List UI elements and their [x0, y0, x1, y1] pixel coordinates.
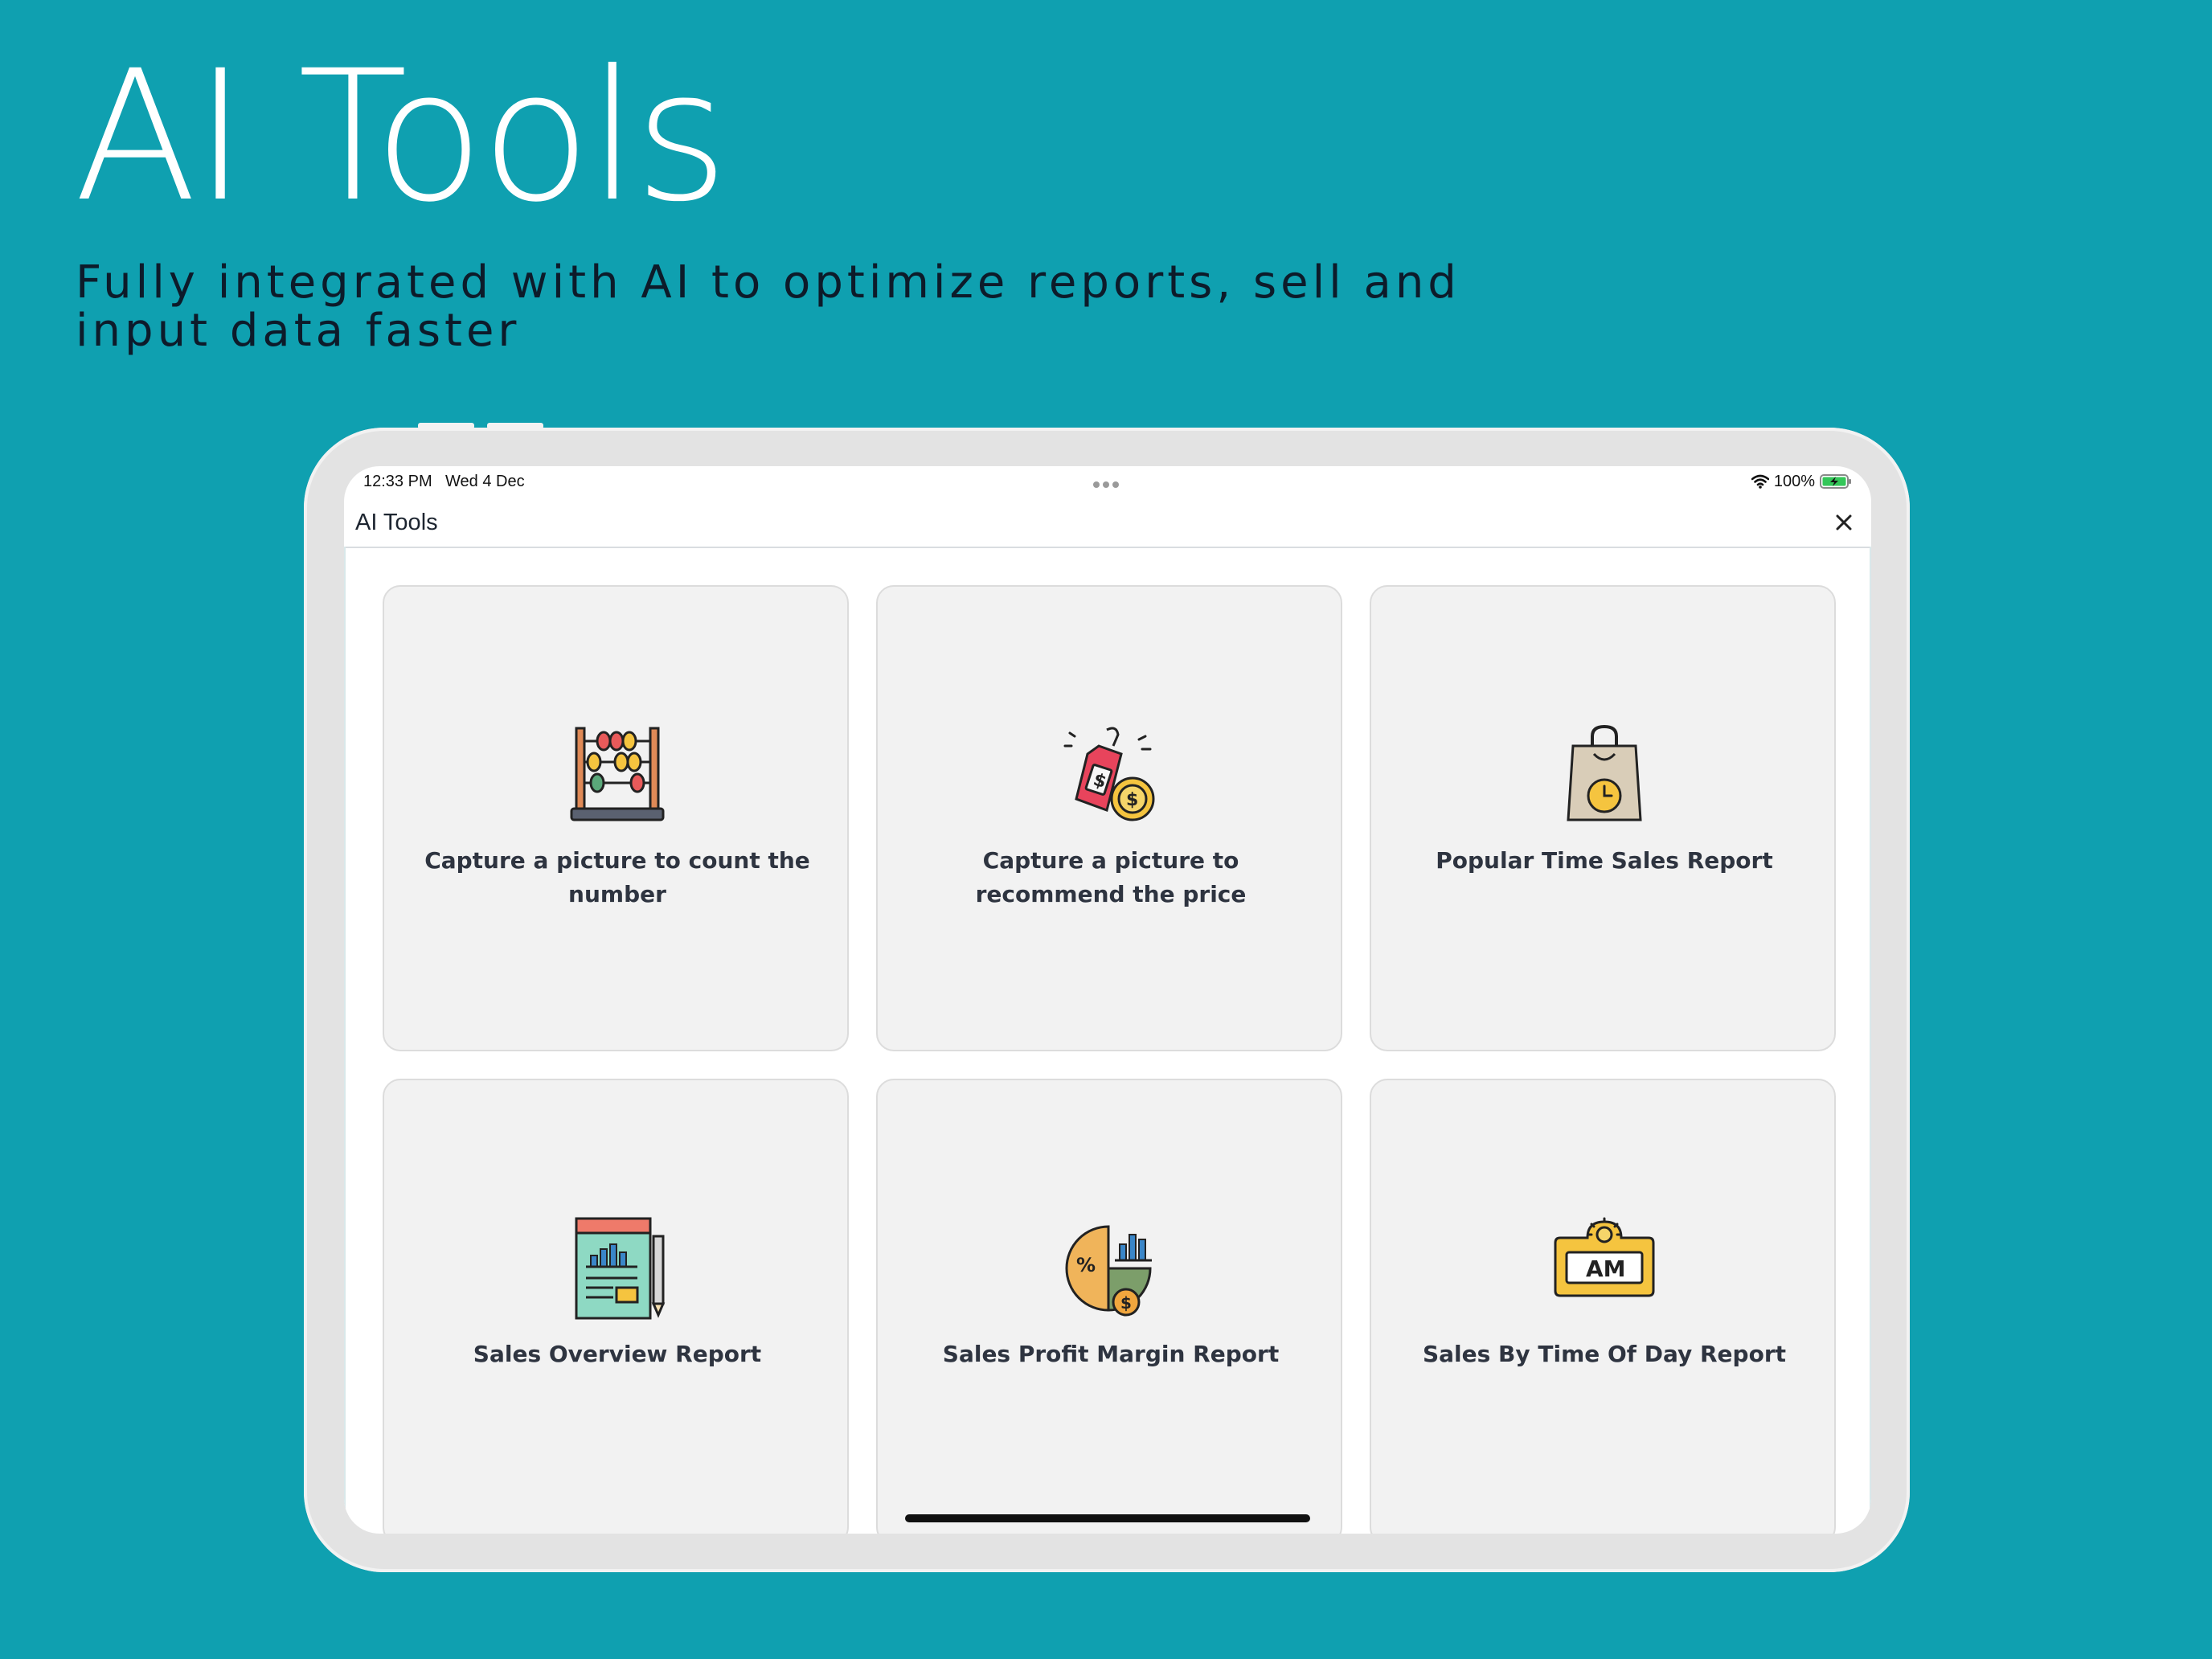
tool-card-label: Capture a picture to count the number — [424, 847, 810, 907]
wifi-icon — [1751, 474, 1769, 489]
tool-card-count-number[interactable]: Capture a picture to count the number — [383, 585, 849, 1051]
tablet-screen: 12:33 PM Wed 4 Dec 100% AI Tools Capture… — [344, 466, 1871, 1534]
status-time: 12:33 PM — [363, 473, 432, 490]
hero-title: AI Tools — [74, 31, 728, 241]
abacus-icon — [570, 727, 665, 821]
multitasking-dots[interactable] — [1093, 477, 1122, 488]
profit-margin-chart-icon: % $ — [1065, 1225, 1152, 1317]
status-date: Wed 4 Dec — [445, 473, 525, 490]
battery-percentage: 100% — [1773, 472, 1815, 490]
battery-charging-icon — [1820, 474, 1851, 489]
status-bar: 12:33 PM Wed 4 Dec 100% — [344, 466, 1871, 498]
tool-card-label: Sales Overview Report — [473, 1341, 762, 1367]
tool-card-sales-overview[interactable]: Sales Overview Report — [383, 1079, 849, 1534]
page-title: AI Tools — [355, 510, 438, 535]
tool-card-profit-margin[interactable]: % $ Sales Profit Margin Report — [876, 1079, 1342, 1534]
tool-card-label: Capture a picture to recommend the price — [975, 847, 1247, 907]
svg-text:$: $ — [1126, 790, 1138, 810]
svg-text:AM: AM — [1586, 1256, 1626, 1282]
svg-text:$: $ — [1120, 1293, 1132, 1313]
close-button[interactable] — [1831, 510, 1857, 535]
volume-button — [418, 423, 474, 429]
volume-button — [487, 423, 543, 429]
am-sign-icon: AM — [1554, 1217, 1655, 1297]
tool-card-label: Sales Profit Margin Report — [942, 1341, 1280, 1367]
tool-card-popular-time[interactable]: Popular Time Sales Report — [1370, 585, 1836, 1051]
nav-bar: AI Tools — [344, 498, 1871, 548]
home-indicator[interactable] — [905, 1514, 1310, 1522]
tool-card-label: Popular Time Sales Report — [1436, 847, 1773, 874]
svg-text:%: % — [1076, 1254, 1096, 1276]
tools-grid: Capture a picture to count the number $ … — [344, 547, 1871, 1534]
tool-card-recommend-price[interactable]: $ $ Capture a picture to recommend the p… — [876, 585, 1342, 1051]
status-indicators: 100% — [1751, 471, 1852, 492]
report-document-icon — [575, 1217, 666, 1320]
price-tag-icon: $ $ — [1063, 727, 1155, 821]
shopping-bag-clock-icon — [1567, 724, 1642, 821]
tool-card-time-of-day[interactable]: AM Sales By Time Of Day Report — [1370, 1079, 1836, 1534]
hero-subtitle: Fully integrated with AI to optimize rep… — [76, 256, 1460, 357]
tool-card-label: Sales By Time Of Day Report — [1422, 1341, 1787, 1367]
close-icon — [1836, 514, 1852, 530]
